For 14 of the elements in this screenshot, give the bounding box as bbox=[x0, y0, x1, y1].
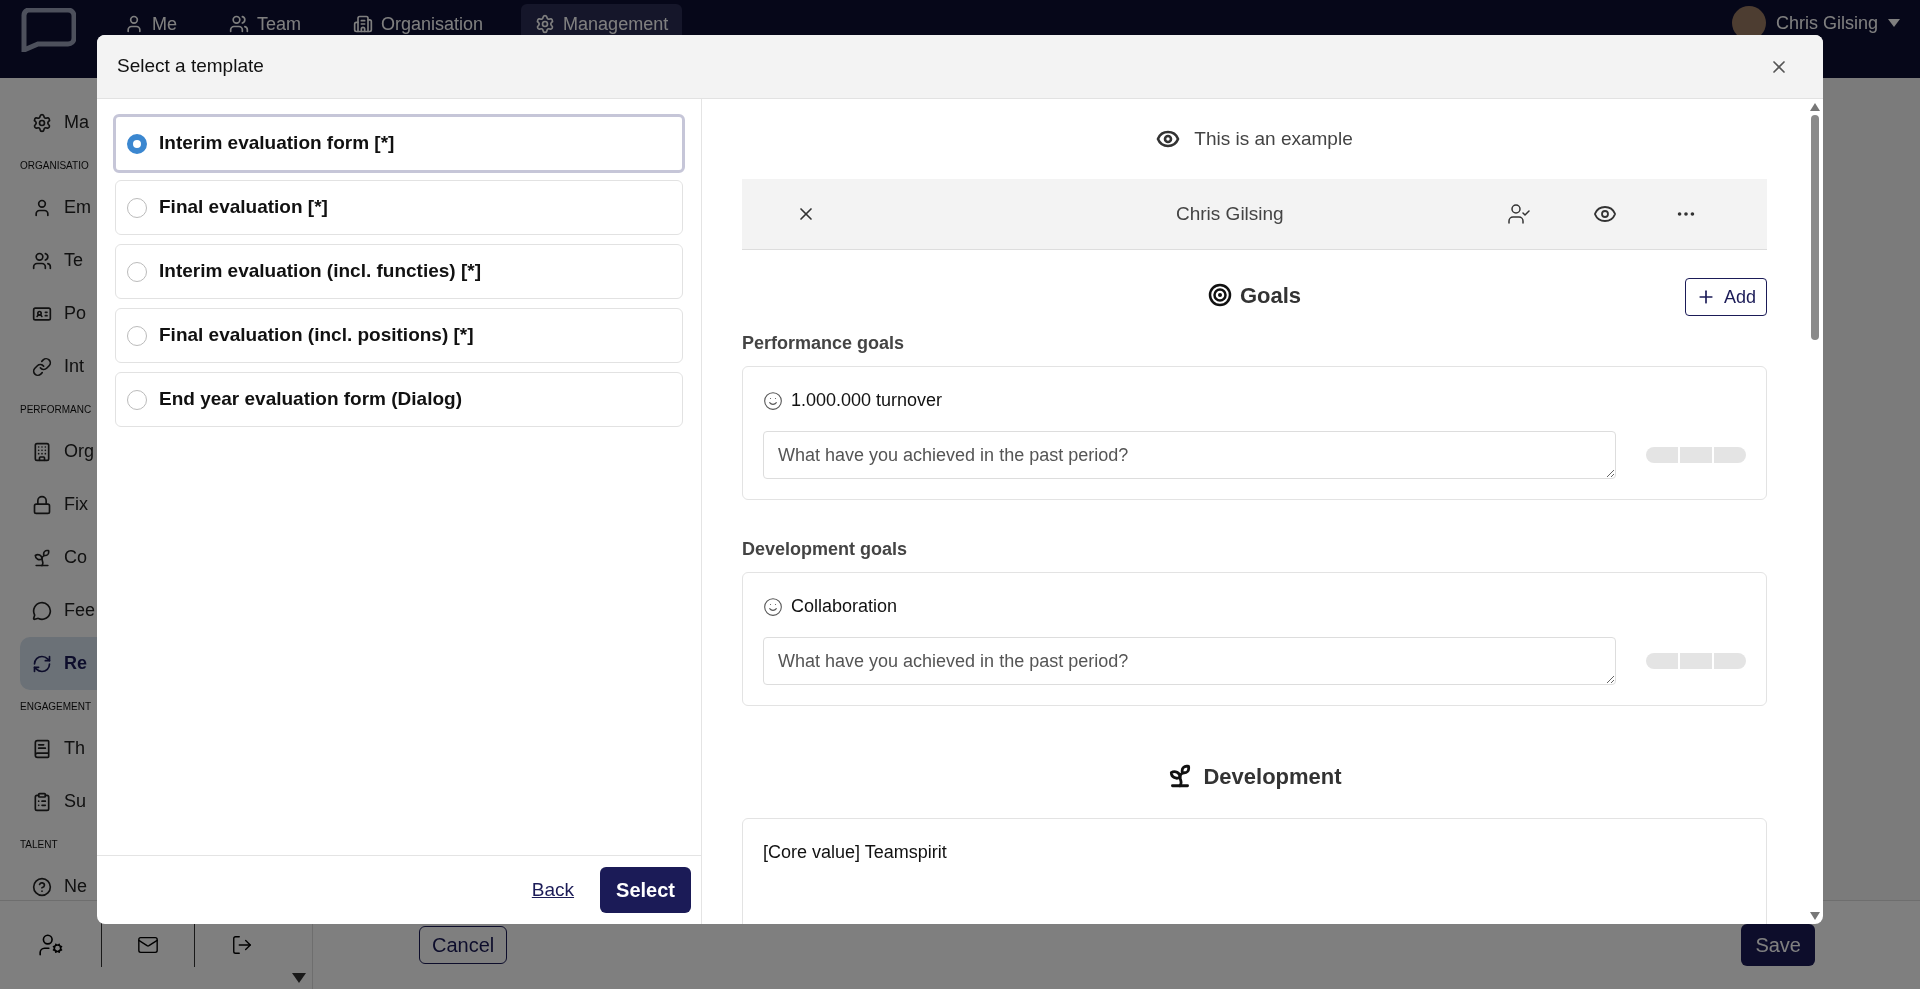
sidebar-section-label: TALENT bbox=[20, 837, 58, 852]
goal-title: Collaboration bbox=[791, 595, 898, 618]
sidebar-section-label: PERFORMANC bbox=[20, 402, 92, 417]
section-heading: Development bbox=[1203, 762, 1342, 791]
dialog-title: Select a template bbox=[117, 54, 264, 79]
sidebar-section-label: ORGANISATIO bbox=[20, 158, 89, 173]
section-heading: Goals bbox=[1239, 281, 1302, 310]
group-heading: Performance goals bbox=[742, 332, 906, 355]
card-title: [Core value] Teamspirit bbox=[763, 842, 947, 862]
person-name: Chris Gilsing bbox=[1176, 201, 1284, 226]
sidebar-section-label: ENGAGEMENT bbox=[20, 699, 92, 714]
goal-title: 1.000.000 turnover bbox=[791, 389, 943, 412]
example-notice: This is an example bbox=[1194, 126, 1353, 151]
group-heading: Development goals bbox=[742, 538, 909, 561]
